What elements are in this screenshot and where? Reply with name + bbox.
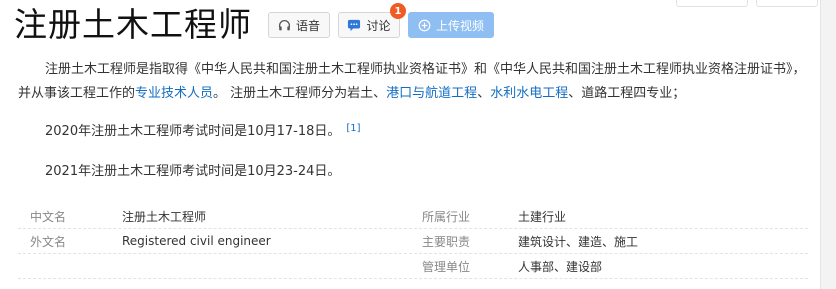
scrollbar-track[interactable]: [820, 0, 836, 289]
chat-icon: [347, 19, 361, 32]
basic-info-table: 中文名 注册土木工程师 所属行业 土建行业 外文名 Registered civ…: [18, 204, 808, 279]
header-tab-ghost: [676, 0, 748, 7]
page-title: 注册土木工程师: [14, 5, 252, 44]
exam-2021-text: 2021年注册土木工程师考试时间是10月23-24日。: [45, 164, 341, 179]
link-professional-technicians[interactable]: 专业技术人员: [135, 86, 213, 101]
intro-text-2: 。 注册土木工程师分为岩土、: [213, 86, 387, 101]
discuss-count-badge: 1: [390, 3, 406, 19]
info-row: 外文名 Registered civil engineer 主要职责 建筑设计、…: [18, 229, 808, 254]
exam-2020-text: 2020年注册土木工程师考试时间是10月17-18日。: [45, 124, 341, 139]
exam-2020-paragraph: 2020年注册土木工程师考试时间是10月17-18日。 [1]: [18, 120, 808, 144]
info-value: Registered civil engineer: [122, 234, 271, 248]
intro-text-3: 、: [477, 86, 491, 101]
upload-video-label: 上传视频: [435, 18, 484, 33]
info-value: 土建行业: [518, 209, 567, 224]
info-key: 管理单位: [422, 259, 471, 274]
voice-button[interactable]: 语音: [268, 12, 330, 38]
header-tab-ghost: [756, 0, 818, 7]
headphones-icon: [278, 19, 291, 32]
info-value: 注册土木工程师: [122, 209, 207, 224]
upload-video-button[interactable]: 上传视频: [408, 12, 494, 38]
info-key: 所属行业: [422, 209, 471, 224]
info-row: 中文名 注册土木工程师 所属行业 土建行业: [18, 204, 808, 229]
link-water-conservancy-engineering[interactable]: 水利水电工程: [490, 86, 568, 101]
info-value: 建筑设计、建造、施工: [518, 234, 639, 249]
exam-2021-paragraph: 2021年注册土木工程师考试时间是10月23-24日。: [18, 160, 808, 184]
info-value: 人事部、建设部: [518, 259, 603, 274]
voice-label: 语音: [295, 18, 320, 33]
link-port-waterway-engineering[interactable]: 港口与航道工程: [386, 86, 477, 101]
plus-circle-icon: [418, 19, 431, 32]
info-key: 中文名: [30, 209, 67, 224]
intro-text-4: 、道路工程四专业；: [568, 86, 686, 101]
info-key: 外文名: [30, 234, 67, 249]
discuss-label: 讨论: [366, 18, 391, 33]
info-key: 主要职责: [422, 234, 471, 249]
info-row: 管理单位 人事部、建设部: [18, 254, 808, 279]
reference-link[interactable]: [1]: [346, 123, 360, 134]
intro-paragraph: 注册土木工程师是指取得《中华人民共和国注册土木工程师执业资格证书》和《中华人民共…: [18, 58, 808, 106]
